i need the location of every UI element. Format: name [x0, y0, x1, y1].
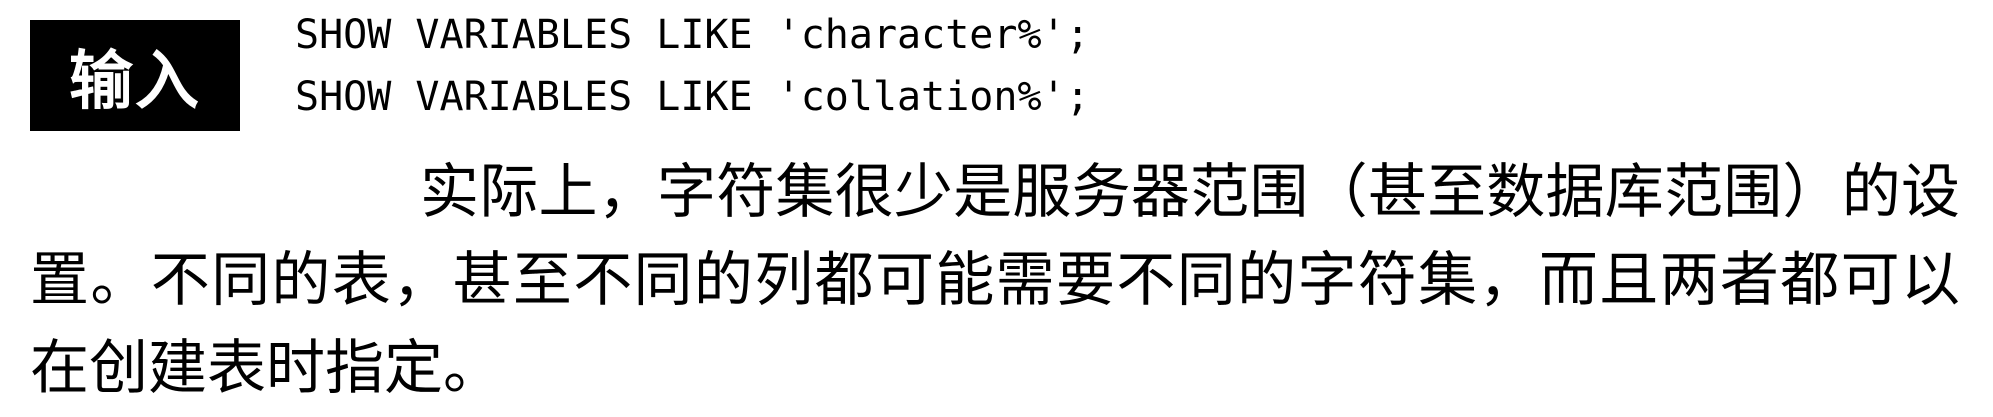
code-line: SHOW VARIABLES LIKE 'character%';	[295, 12, 1090, 58]
body-paragraph: 实际上，字符集很少是服务器范围（甚至数据库范围）的设置。不同的表，甚至不同的列都…	[30, 157, 1960, 402]
code-line: SHOW VARIABLES LIKE 'collation%';	[295, 74, 1090, 120]
input-label: 输入	[30, 20, 240, 131]
code-block: SHOW VARIABLES LIKE 'character%'; SHOW VA…	[295, 4, 1090, 128]
